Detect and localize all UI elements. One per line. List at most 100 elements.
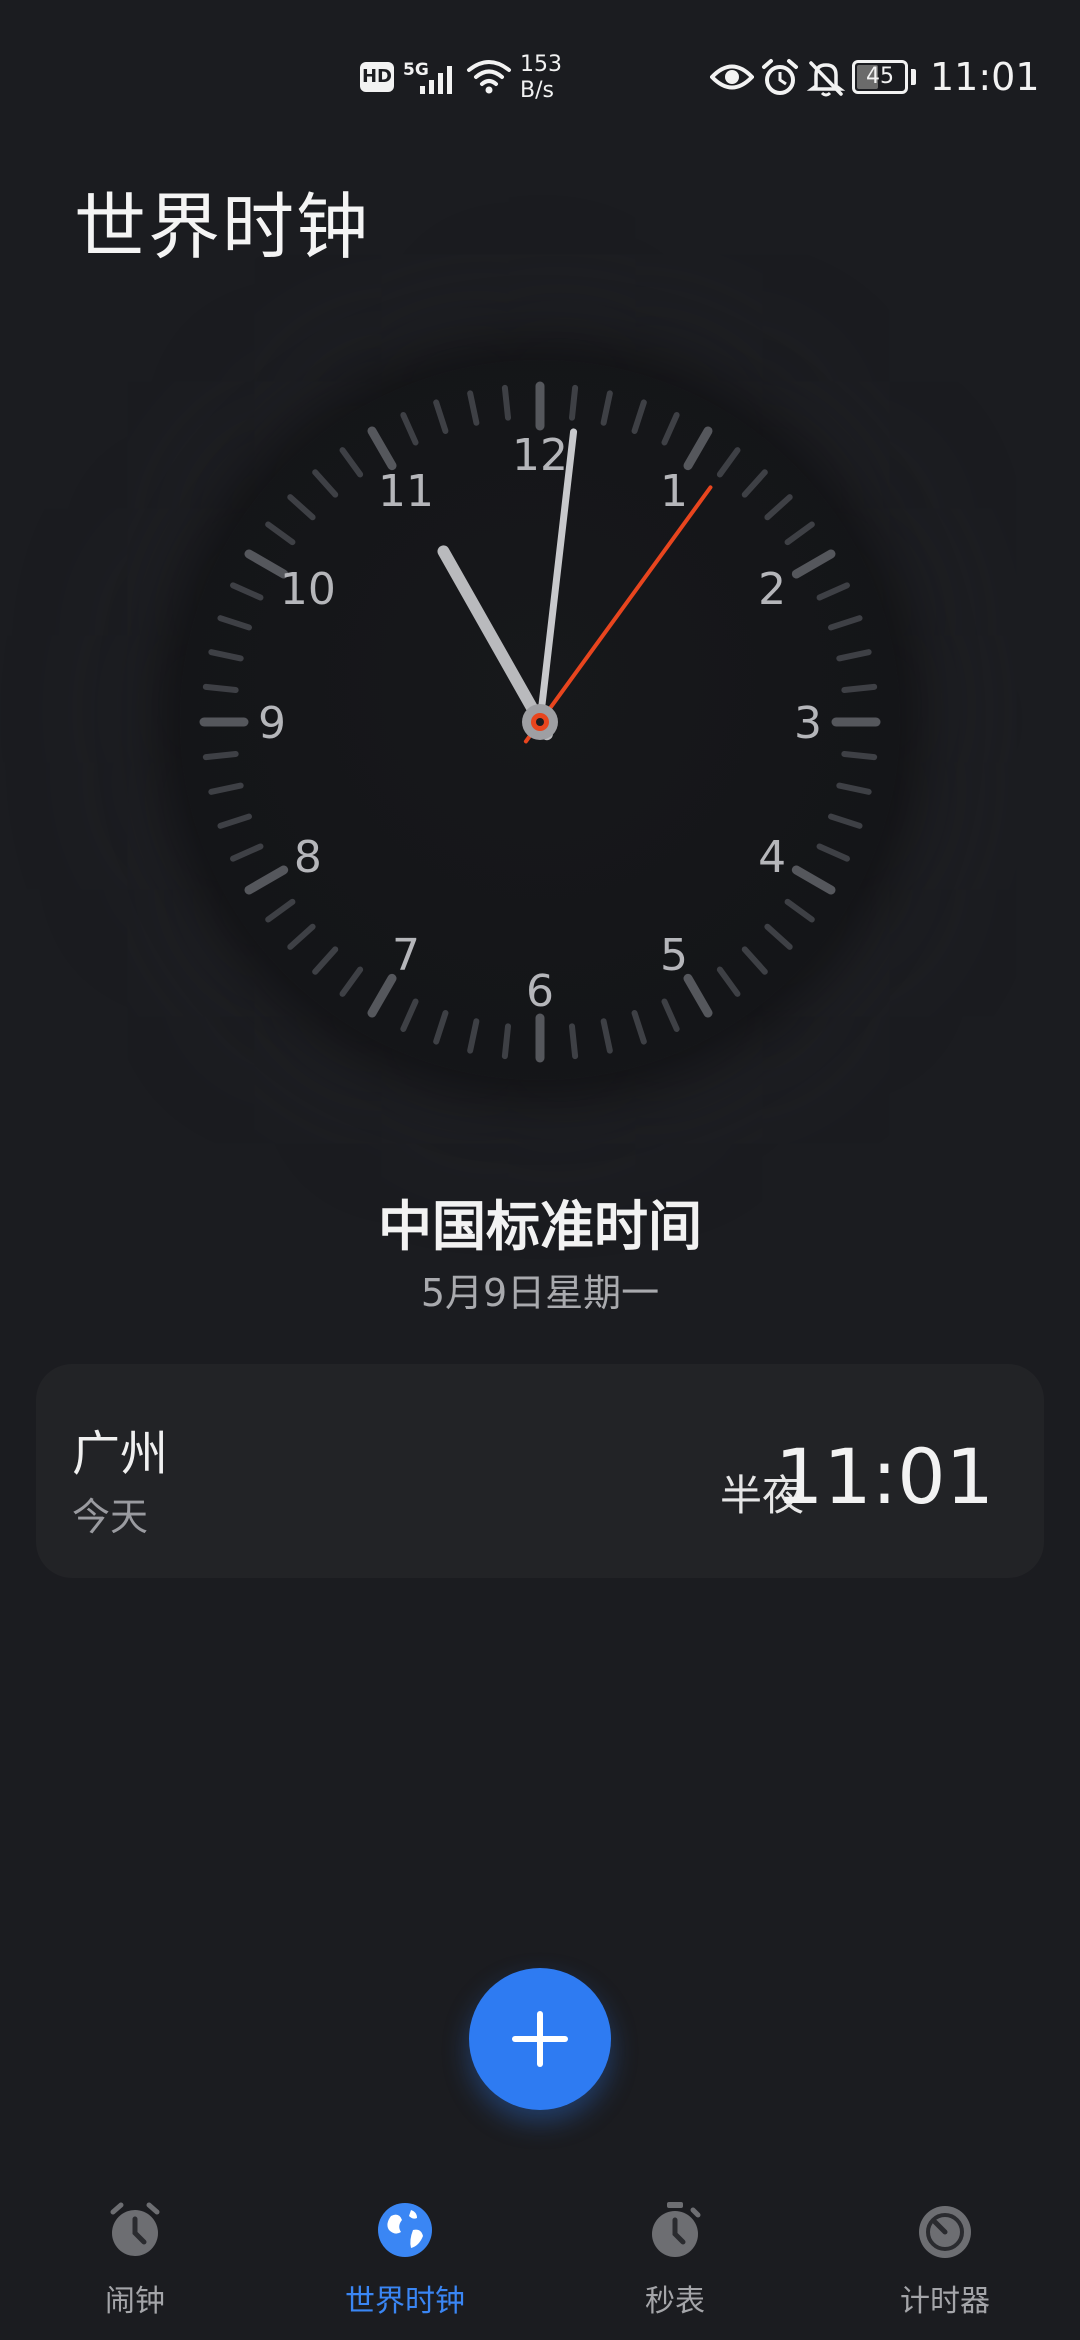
clock-major-tick: [791, 865, 836, 895]
nav-item-alarm[interactable]: 闹钟: [0, 2180, 270, 2340]
network-speed-value: 153: [520, 52, 562, 77]
clock-minor-tick: [467, 1018, 480, 1054]
status-time: 11:01: [930, 55, 1040, 99]
clock-minor-tick: [841, 683, 878, 694]
clock-numeral: 1: [660, 466, 688, 517]
clock-minor-tick: [631, 399, 647, 434]
clock-numeral: 4: [758, 832, 786, 883]
clock-minor-tick: [764, 923, 793, 950]
nav-label: 计时器: [900, 2284, 990, 2319]
clock-major-tick: [367, 973, 397, 1018]
nav-item-timer[interactable]: 计时器: [810, 2180, 1080, 2340]
clock-minor-tick: [433, 1010, 449, 1045]
clock-minor-tick: [339, 447, 364, 478]
clock-minor-tick: [400, 412, 419, 446]
clock-minor-tick: [828, 615, 863, 631]
clock-minor-tick: [716, 447, 741, 478]
clock-numeral: 5: [660, 930, 688, 981]
clock-minor-tick: [784, 521, 815, 546]
clock-major-tick: [244, 865, 289, 895]
battery-level: 45: [866, 64, 894, 89]
clock-minor-tick: [287, 494, 316, 521]
bottom-nav: 闹钟 世界时钟 秒表 计时器: [0, 2180, 1080, 2340]
clock-minor-tick: [501, 1023, 512, 1060]
nav-label: 秒表: [645, 2284, 705, 2319]
mute-bell-icon: [806, 58, 846, 102]
clock-minor-tick: [433, 399, 449, 434]
clock-numeral: 11: [378, 466, 434, 517]
city-day: 今天: [72, 1495, 149, 1539]
clock-minor-tick: [208, 649, 244, 662]
clock-minor-tick: [230, 843, 264, 862]
wifi-icon: [466, 58, 512, 100]
clock-minor-tick: [202, 750, 239, 761]
clock-minor-tick: [816, 582, 850, 601]
clock-minor-tick: [764, 494, 793, 521]
clock-numeral: 7: [392, 930, 420, 981]
clock-minor-tick: [312, 469, 339, 498]
clock-numeral: 6: [526, 966, 554, 1017]
clock-minor-tick: [828, 813, 863, 829]
clock-minor-tick: [836, 649, 872, 662]
battery-icon: 45: [852, 60, 908, 94]
city-time: 11:01: [774, 1432, 994, 1521]
clock-minor-tick: [836, 782, 872, 795]
clock-minor-tick: [716, 966, 741, 997]
clock-dial: 121234567891011: [199, 381, 881, 1063]
analog-clock[interactable]: 12 1 2 3 4 5 6 7 8 9 10 11: [180, 360, 900, 1080]
clock-minor-tick: [568, 1023, 579, 1060]
clock-numeral: 10: [280, 564, 336, 615]
clock-minor-tick: [568, 384, 579, 421]
clock-minor-tick: [784, 898, 815, 923]
nav-item-stopwatch[interactable]: 秒表: [540, 2180, 810, 2340]
clock-minor-tick: [600, 1018, 613, 1054]
clock-minor-tick: [816, 843, 850, 862]
clock-minor-tick: [217, 813, 252, 829]
world-clock-screen: HD 5G 153 B/s 45 11:01 世界时钟 12 1 2 3 4 5…: [0, 0, 1080, 2340]
eye-comfort-icon: [709, 60, 755, 98]
page-title: 世界时钟: [74, 185, 371, 269]
clock-minor-tick: [202, 683, 239, 694]
clock-minor-tick: [467, 390, 480, 426]
clock-minor-tick: [600, 390, 613, 426]
nav-label: 世界时钟: [345, 2284, 465, 2319]
clock-minor-tick: [661, 412, 680, 446]
signal-icon: [418, 60, 462, 100]
add-city-button[interactable]: [469, 1968, 611, 2110]
alarm-clock-icon: [110, 2202, 160, 2256]
clock-major-tick: [791, 549, 836, 579]
clock-minor-tick: [661, 998, 680, 1032]
nav-item-world-clock[interactable]: 世界时钟: [270, 2180, 540, 2340]
clock-numeral: 8: [294, 832, 322, 883]
clock-minor-tick: [265, 898, 296, 923]
clock-minor-tick: [400, 998, 419, 1032]
clock-minor-tick: [741, 469, 768, 498]
stopwatch-icon: [652, 2202, 701, 2257]
clock-numeral: 3: [794, 698, 822, 749]
battery-cap: [911, 69, 916, 85]
clock-minor-tick: [230, 582, 264, 601]
hd-badge: HD: [360, 62, 394, 92]
globe-icon: [378, 2203, 432, 2257]
clock-numeral: 9: [258, 698, 286, 749]
clock-minor-tick: [265, 521, 296, 546]
clock-minor-tick: [208, 782, 244, 795]
clock-major-tick: [244, 549, 289, 579]
plus-icon: [512, 2011, 568, 2067]
status-bar: HD 5G 153 B/s 45 11:01: [0, 0, 1080, 150]
clock-major-tick: [683, 426, 713, 471]
clock-minor-tick: [217, 615, 252, 631]
timezone-title: 中国标准时间: [378, 1195, 702, 1258]
city-card-guangzhou[interactable]: 广州 今天 半夜 11:01: [36, 1364, 1044, 1578]
clock-numeral: 12: [512, 430, 568, 481]
clock-minor-tick: [841, 750, 878, 761]
timer-icon: [919, 2206, 971, 2258]
clock-major-tick: [683, 973, 713, 1018]
clock-minor-tick: [501, 384, 512, 421]
clock-minor-tick: [631, 1010, 647, 1045]
network-speed-unit: B/s: [520, 78, 554, 103]
timezone-date: 5月9日星期一: [420, 1271, 660, 1315]
nav-label: 闹钟: [105, 2284, 165, 2319]
clock-major-tick: [367, 426, 397, 471]
clock-minor-tick: [741, 946, 768, 975]
